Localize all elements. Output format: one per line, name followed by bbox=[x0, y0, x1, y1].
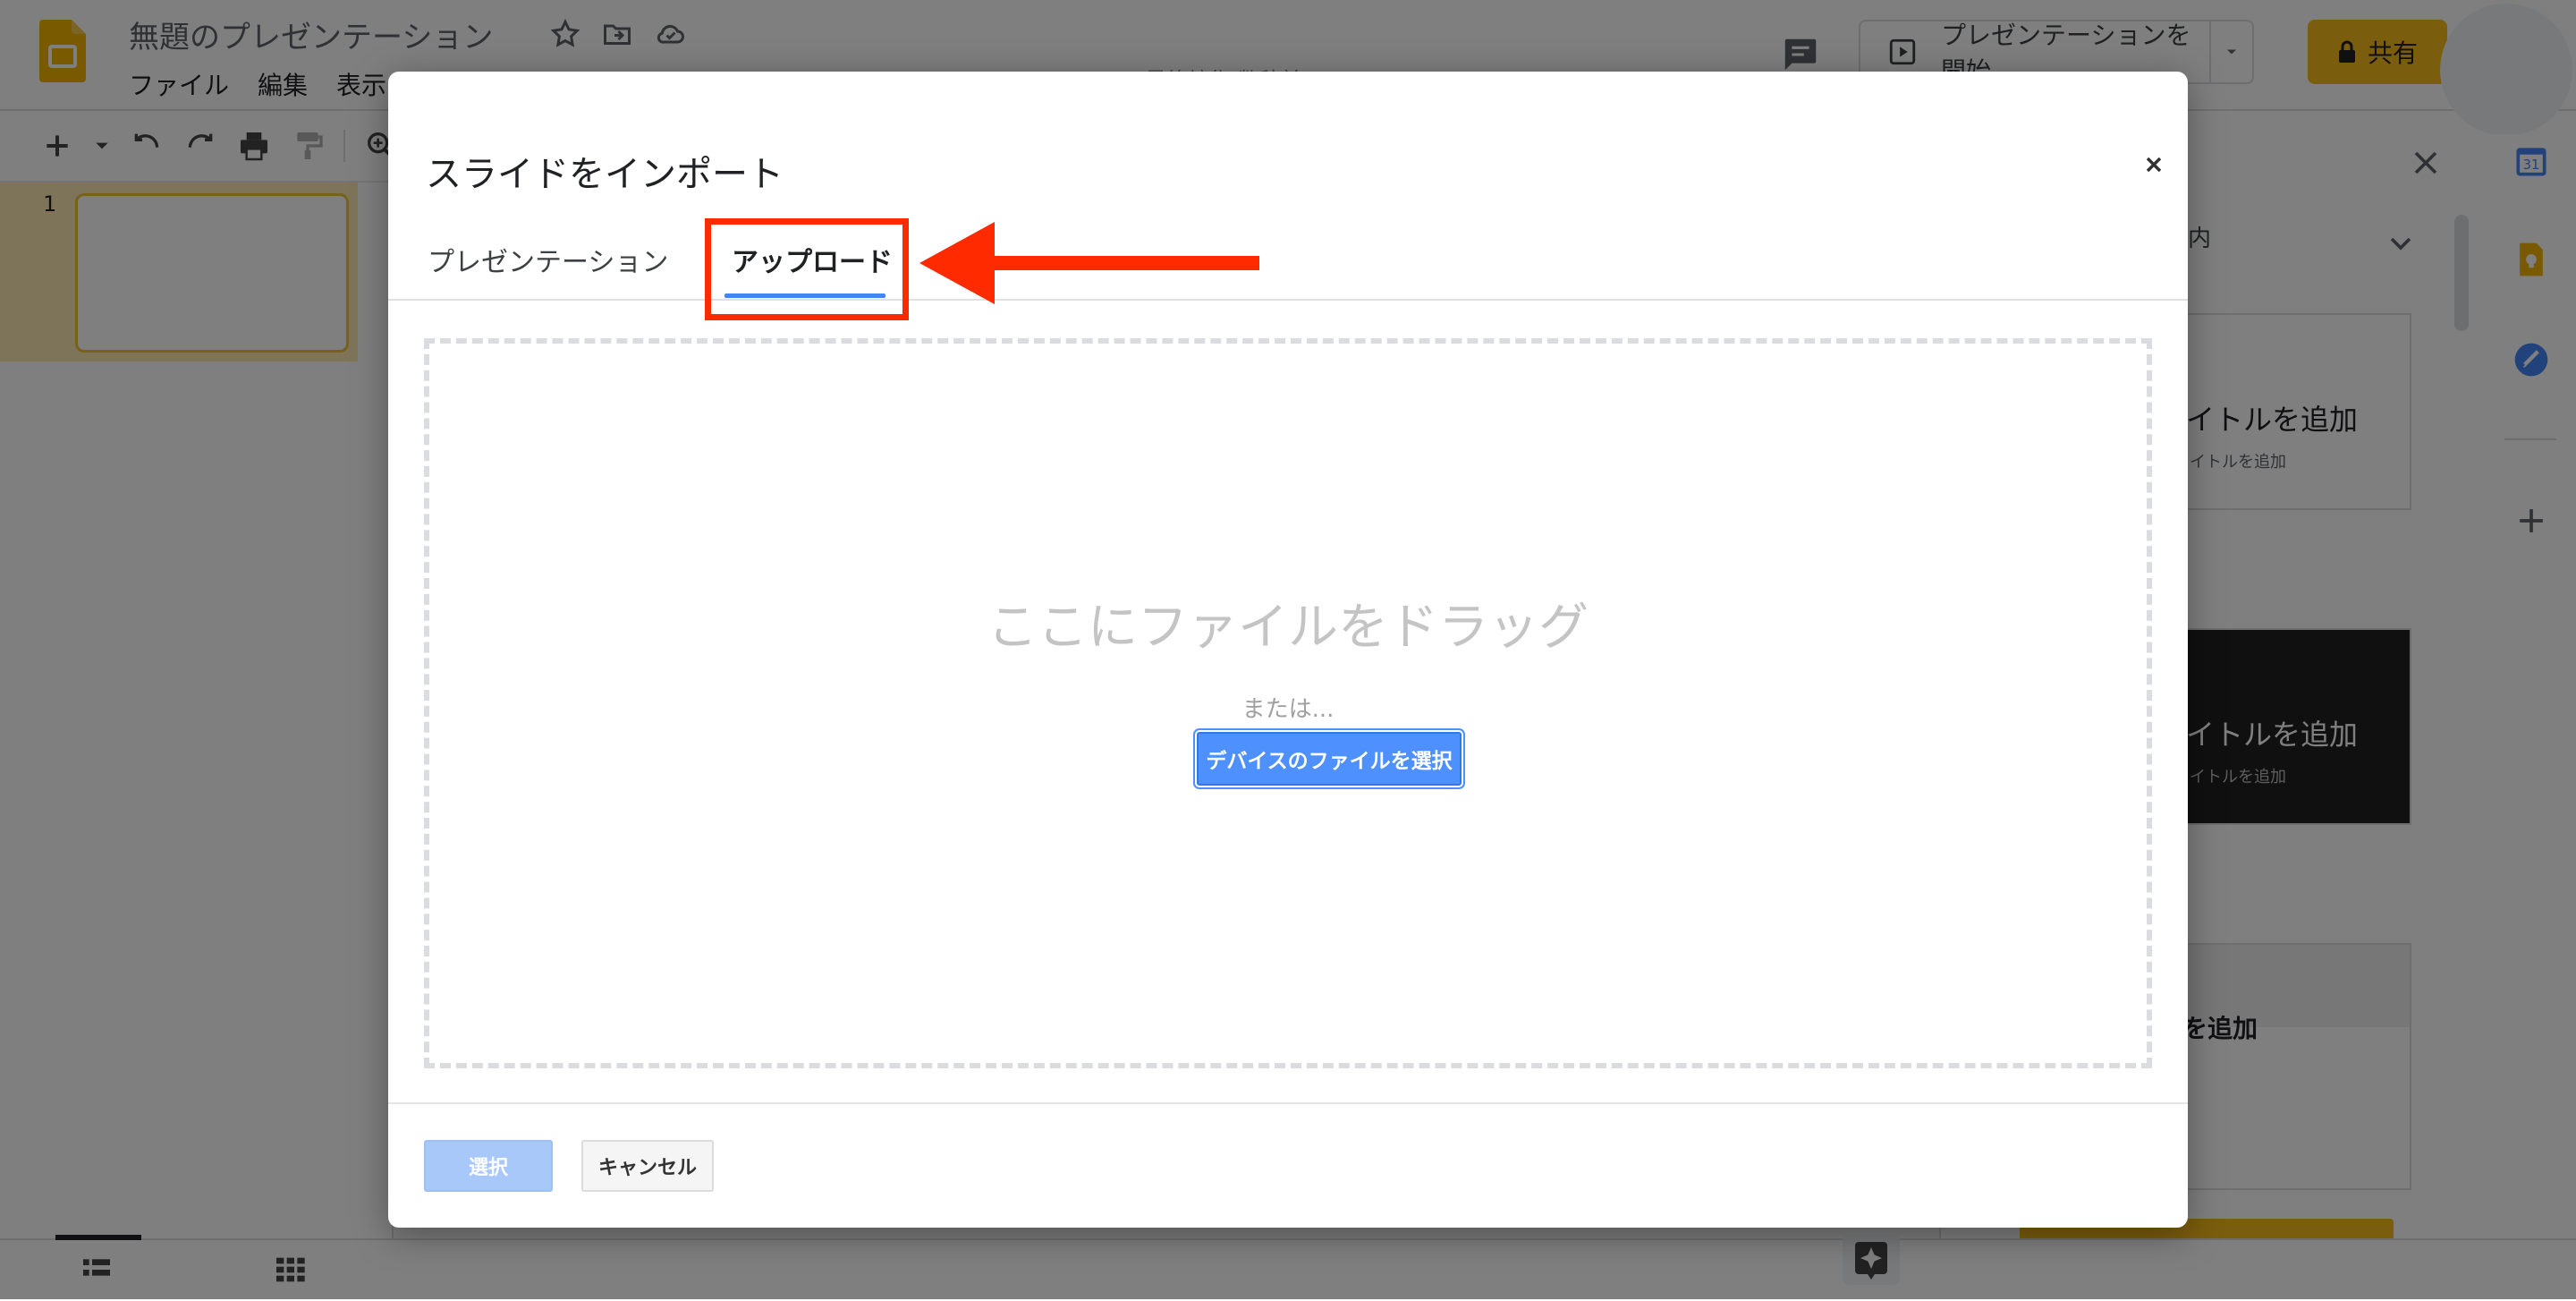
select-button[interactable]: 選択 bbox=[424, 1140, 553, 1192]
dropzone-text: ここにファイルをドラッグ bbox=[987, 599, 1589, 657]
annotation-arrow-icon bbox=[919, 222, 1259, 304]
tabs-divider bbox=[388, 299, 2188, 301]
dialog-title: スライドをインポート bbox=[426, 154, 784, 195]
or-text: または... bbox=[1241, 696, 1335, 723]
select-device-file-button[interactable]: デバイスのファイルを選択 bbox=[1197, 732, 1462, 786]
cancel-button[interactable]: キャンセル bbox=[581, 1140, 714, 1192]
annotation-highlight-box bbox=[705, 218, 909, 320]
footer-divider bbox=[388, 1102, 2188, 1104]
close-icon[interactable] bbox=[2141, 152, 2166, 177]
file-dropzone[interactable]: ここにファイルをドラッグ または... デバイスのファイルを選択 bbox=[424, 338, 2152, 1068]
import-slides-dialog: スライドをインポート プレゼンテーション アップロード ここにファイルをドラッグ… bbox=[388, 72, 2188, 1228]
tab-presentation[interactable]: プレゼンテーション bbox=[428, 240, 668, 279]
